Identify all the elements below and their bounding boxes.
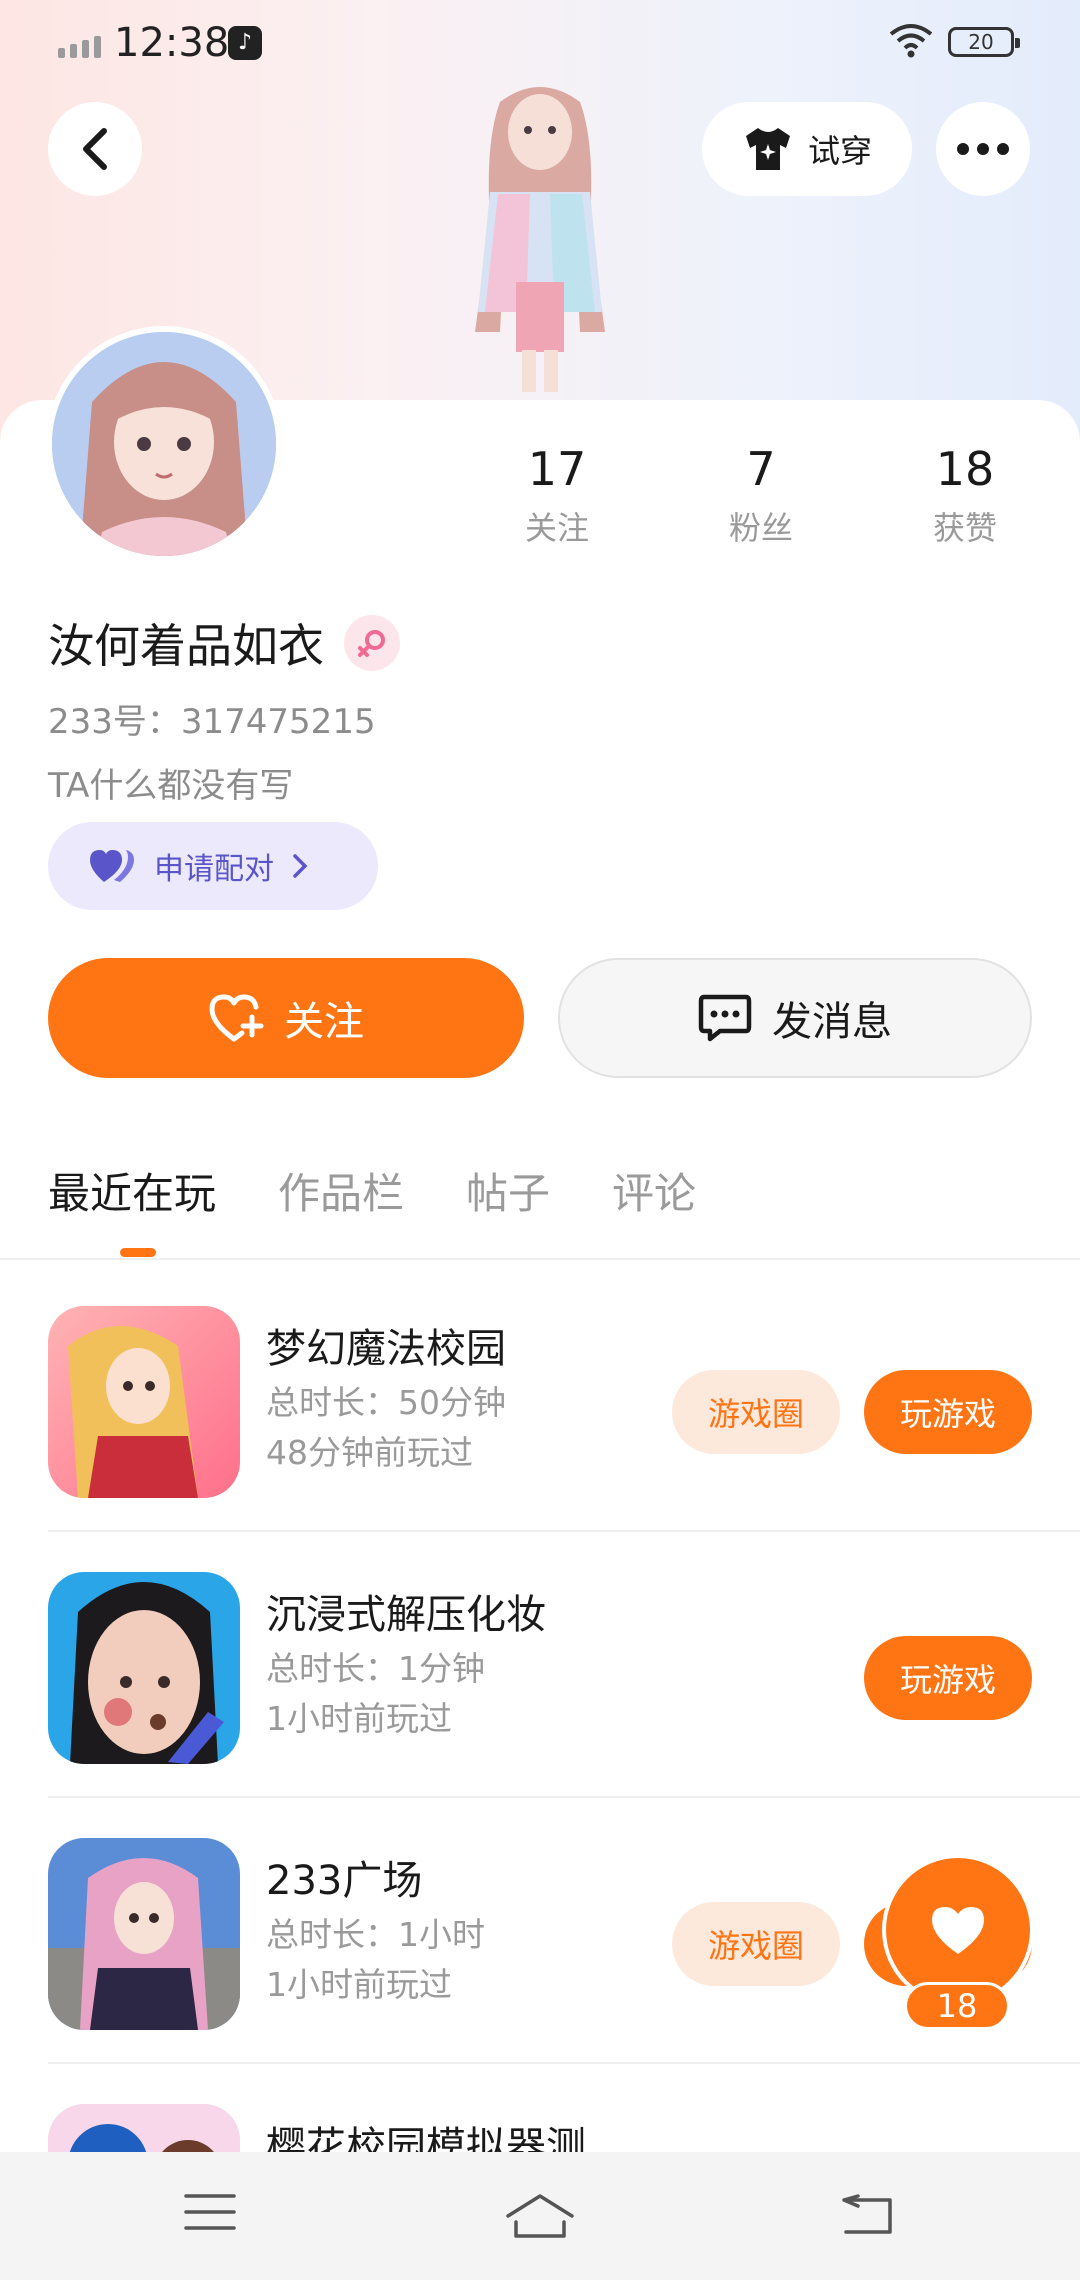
tshirt-icon bbox=[745, 128, 790, 170]
tab-works[interactable]: 作品栏 bbox=[278, 1160, 404, 1221]
hearts-icon bbox=[90, 850, 134, 882]
username-row: 汝何着品如衣 bbox=[48, 610, 400, 676]
game-icon-233-plaza bbox=[48, 1838, 240, 2030]
chat-bubble-icon bbox=[698, 994, 752, 1042]
play-game-button[interactable]: 玩游戏 bbox=[864, 1370, 1032, 1454]
profile-tabs: 最近在玩 作品栏 帖子 评论 bbox=[48, 1160, 696, 1221]
game-circle-button[interactable]: 游戏圈 bbox=[672, 1370, 840, 1454]
request-match-label: 申请配对 bbox=[154, 852, 274, 887]
battery-icon: 20 bbox=[948, 27, 1020, 57]
stat-followers[interactable]: 7 粉丝 bbox=[686, 444, 836, 549]
chevron-left-icon bbox=[83, 128, 107, 170]
back-nav-icon[interactable] bbox=[840, 2192, 896, 2236]
try-on-label: 试穿 bbox=[807, 132, 872, 170]
avatar[interactable] bbox=[46, 326, 282, 562]
send-message-label: 发消息 bbox=[772, 999, 892, 1045]
game-list-item[interactable]: 沉浸式解压化妆 总时长：1分钟 1小时前玩过 玩游戏 bbox=[48, 1532, 1080, 1798]
tab-comments[interactable]: 评论 bbox=[612, 1160, 696, 1221]
wifi-icon bbox=[889, 24, 933, 58]
tab-posts[interactable]: 帖子 bbox=[466, 1160, 550, 1221]
stat-following-label: 关注 bbox=[524, 508, 589, 547]
active-tab-indicator bbox=[120, 1248, 156, 1257]
tiktok-notification-icon: ♪ bbox=[228, 26, 262, 60]
back-button[interactable] bbox=[48, 102, 142, 196]
game-name: 沉浸式解压化妆 bbox=[266, 1592, 546, 1638]
game-total-duration: 总时长：50分钟 bbox=[266, 1383, 506, 1422]
avatar-portrait-image bbox=[52, 332, 276, 556]
more-options-button[interactable] bbox=[936, 102, 1030, 196]
game-last-played: 1小时前玩过 bbox=[266, 1965, 452, 2004]
like-count-badge: 18 bbox=[904, 1982, 1010, 2030]
stat-likes-label: 获赞 bbox=[932, 508, 997, 547]
heart-plus-icon bbox=[209, 994, 264, 1042]
game-circle-button[interactable]: 游戏圈 bbox=[672, 1902, 840, 1986]
status-bar: 12:38 ♪ 20 bbox=[0, 0, 1080, 90]
stat-likes[interactable]: 18 获赞 bbox=[890, 444, 1040, 549]
game-last-played: 1小时前玩过 bbox=[266, 1699, 452, 1738]
menu-icon[interactable] bbox=[184, 2192, 236, 2232]
user-id: 233号：317475215 bbox=[48, 702, 376, 742]
avatar-3d-figure bbox=[475, 87, 605, 392]
play-game-button[interactable]: 玩游戏 bbox=[864, 1636, 1032, 1720]
heart-icon bbox=[932, 1907, 984, 1954]
stat-followers-label: 粉丝 bbox=[728, 508, 793, 547]
stat-followers-count: 7 bbox=[746, 442, 776, 496]
game-total-duration: 总时长：1分钟 bbox=[266, 1649, 485, 1688]
game-last-played: 48分钟前玩过 bbox=[266, 1433, 473, 1472]
signal-icon bbox=[58, 36, 101, 58]
game-name: 梦幻魔法校园 bbox=[266, 1326, 506, 1372]
female-gender-icon bbox=[344, 615, 400, 671]
game-icon-magic-academy bbox=[48, 1306, 240, 1498]
game-name: 233广场 bbox=[266, 1858, 423, 1904]
chevron-right-icon bbox=[293, 854, 308, 878]
stat-likes-count: 18 bbox=[935, 442, 995, 496]
follow-button[interactable]: 关注 bbox=[48, 958, 524, 1078]
more-dots-icon bbox=[957, 143, 1009, 155]
status-time: 12:38 bbox=[114, 20, 230, 66]
username: 汝何着品如衣 bbox=[48, 619, 324, 673]
game-icon-makeup bbox=[48, 1572, 240, 1764]
send-message-button[interactable]: 发消息 bbox=[558, 958, 1032, 1078]
user-bio: TA什么都没有写 bbox=[48, 766, 294, 806]
try-on-button[interactable]: 试穿 bbox=[702, 102, 912, 196]
game-total-duration: 总时长：1小时 bbox=[266, 1915, 485, 1954]
follow-label: 关注 bbox=[284, 999, 364, 1045]
tab-recently-played[interactable]: 最近在玩 bbox=[48, 1160, 216, 1221]
stat-following[interactable]: 17 关注 bbox=[482, 444, 632, 549]
stat-following-count: 17 bbox=[527, 442, 587, 496]
home-icon[interactable] bbox=[504, 2192, 576, 2240]
system-navigation-bar bbox=[0, 2152, 1080, 2280]
request-match-button[interactable]: 申请配对 bbox=[48, 822, 378, 910]
tabs-divider bbox=[0, 1258, 1080, 1260]
like-float-button[interactable] bbox=[886, 1858, 1030, 2002]
game-list-item[interactable]: 梦幻魔法校园 总时长：50分钟 48分钟前玩过 游戏圈 玩游戏 bbox=[48, 1266, 1080, 1532]
